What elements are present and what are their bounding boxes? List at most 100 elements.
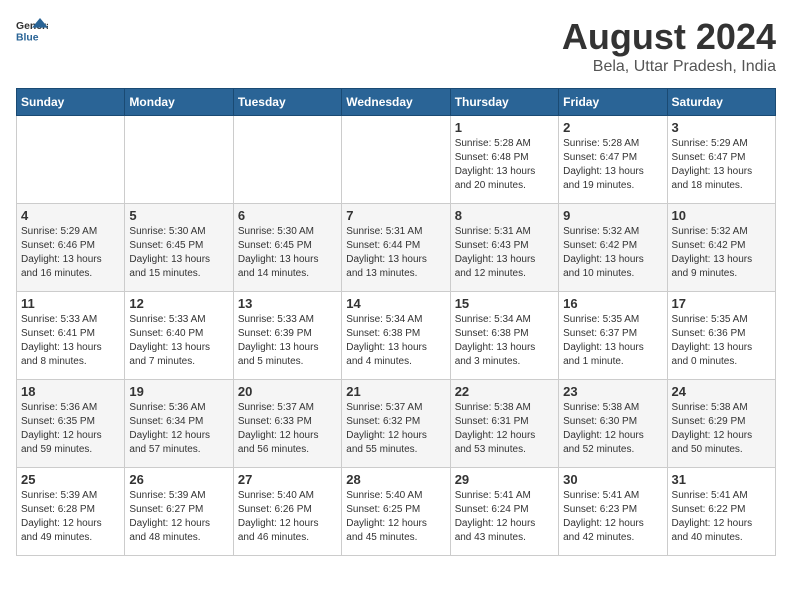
- day-info: Sunrise: 5:31 AM Sunset: 6:43 PM Dayligh…: [455, 225, 554, 281]
- day-number: 22: [455, 384, 554, 399]
- logo: General Blue: [16, 16, 48, 44]
- day-number: 20: [238, 384, 337, 399]
- day-number: 1: [455, 120, 554, 135]
- table-row: 30 Sunrise: 5:41 AM Sunset: 6:23 PM Dayli…: [559, 468, 667, 556]
- month-year-title: August 2024: [562, 16, 776, 58]
- day-info: Sunrise: 5:31 AM Sunset: 6:44 PM Dayligh…: [346, 225, 445, 281]
- day-number: 24: [672, 384, 771, 399]
- day-number: 29: [455, 472, 554, 487]
- calendar-week-row: 1Sunrise: 5:28 AM Sunset: 6:48 PM Daylig…: [17, 116, 776, 204]
- table-row: 16Sunrise: 5:35 AM Sunset: 6:37 PM Dayli…: [559, 292, 667, 380]
- col-friday: Friday: [559, 89, 667, 116]
- calendar-header-row: Sunday Monday Tuesday Wednesday Thursday…: [17, 89, 776, 116]
- table-row: 25 Sunrise: 5:39 AM Sunset: 6:28 PM Dayli…: [17, 468, 125, 556]
- col-thursday: Thursday: [450, 89, 558, 116]
- col-tuesday: Tuesday: [233, 89, 341, 116]
- day-info: Sunrise: 5:41 AM Sunset: 6:24 PM Dayligh…: [455, 489, 554, 545]
- day-number: 3: [672, 120, 771, 135]
- day-number: 19: [129, 384, 228, 399]
- logo-icon: General Blue: [16, 16, 48, 44]
- calendar-week-row: 4Sunrise: 5:29 AM Sunset: 6:46 PM Daylig…: [17, 204, 776, 292]
- day-number: 6: [238, 208, 337, 223]
- title-block: August 2024 Bela, Uttar Pradesh, India: [562, 16, 776, 76]
- calendar-table: Sunday Monday Tuesday Wednesday Thursday…: [16, 88, 776, 556]
- table-row: 10 Sunrise: 5:32 AM Sunset: 6:42 PM Dayli…: [667, 204, 775, 292]
- day-info: Sunrise: 5:30 AM Sunset: 6:45 PM Dayligh…: [129, 225, 228, 281]
- day-number: 10: [672, 208, 771, 223]
- day-number: 18: [21, 384, 120, 399]
- table-row: 13Sunrise: 5:33 AM Sunset: 6:39 PM Dayli…: [233, 292, 341, 380]
- table-row: 14Sunrise: 5:34 AM Sunset: 6:38 PM Dayli…: [342, 292, 450, 380]
- table-row: 8 Sunrise: 5:31 AM Sunset: 6:43 PM Daylig…: [450, 204, 558, 292]
- day-number: 15: [455, 296, 554, 311]
- table-row: 15 Sunrise: 5:34 AM Sunset: 6:38 PM Dayli…: [450, 292, 558, 380]
- table-row: [125, 116, 233, 204]
- table-row: 1Sunrise: 5:28 AM Sunset: 6:48 PM Daylig…: [450, 116, 558, 204]
- day-number: 2: [563, 120, 662, 135]
- day-number: 14: [346, 296, 445, 311]
- day-number: 21: [346, 384, 445, 399]
- day-info: Sunrise: 5:36 AM Sunset: 6:35 PM Dayligh…: [21, 401, 120, 457]
- day-info: Sunrise: 5:37 AM Sunset: 6:32 PM Dayligh…: [346, 401, 445, 457]
- day-number: 17: [672, 296, 771, 311]
- day-info: Sunrise: 5:33 AM Sunset: 6:39 PM Dayligh…: [238, 313, 337, 369]
- table-row: 3 Sunrise: 5:29 AM Sunset: 6:47 PM Daylig…: [667, 116, 775, 204]
- day-number: 23: [563, 384, 662, 399]
- calendar-week-row: 11 Sunrise: 5:33 AM Sunset: 6:41 PM Dayli…: [17, 292, 776, 380]
- day-number: 8: [455, 208, 554, 223]
- col-sunday: Sunday: [17, 89, 125, 116]
- day-number: 25: [21, 472, 120, 487]
- day-info: Sunrise: 5:39 AM Sunset: 6:27 PM Dayligh…: [129, 489, 228, 545]
- day-info: Sunrise: 5:33 AM Sunset: 6:41 PM Dayligh…: [21, 313, 120, 369]
- day-info: Sunrise: 5:40 AM Sunset: 6:26 PM Dayligh…: [238, 489, 337, 545]
- day-info: Sunrise: 5:38 AM Sunset: 6:29 PM Dayligh…: [672, 401, 771, 457]
- day-number: 16: [563, 296, 662, 311]
- day-number: 28: [346, 472, 445, 487]
- day-info: Sunrise: 5:36 AM Sunset: 6:34 PM Dayligh…: [129, 401, 228, 457]
- table-row: 9Sunrise: 5:32 AM Sunset: 6:42 PM Daylig…: [559, 204, 667, 292]
- page-header: General Blue August 2024 Bela, Uttar Pra…: [16, 16, 776, 76]
- day-number: 11: [21, 296, 120, 311]
- table-row: 2Sunrise: 5:28 AM Sunset: 6:47 PM Daylig…: [559, 116, 667, 204]
- table-row: 29 Sunrise: 5:41 AM Sunset: 6:24 PM Dayli…: [450, 468, 558, 556]
- table-row: 5 Sunrise: 5:30 AM Sunset: 6:45 PM Daylig…: [125, 204, 233, 292]
- col-wednesday: Wednesday: [342, 89, 450, 116]
- table-row: 26 Sunrise: 5:39 AM Sunset: 6:27 PM Dayli…: [125, 468, 233, 556]
- table-row: 27 Sunrise: 5:40 AM Sunset: 6:26 PM Dayli…: [233, 468, 341, 556]
- svg-text:Blue: Blue: [16, 32, 39, 43]
- day-number: 7: [346, 208, 445, 223]
- table-row: 11 Sunrise: 5:33 AM Sunset: 6:41 PM Dayli…: [17, 292, 125, 380]
- table-row: 17 Sunrise: 5:35 AM Sunset: 6:36 PM Dayli…: [667, 292, 775, 380]
- day-number: 31: [672, 472, 771, 487]
- day-info: Sunrise: 5:30 AM Sunset: 6:45 PM Dayligh…: [238, 225, 337, 281]
- day-info: Sunrise: 5:37 AM Sunset: 6:33 PM Dayligh…: [238, 401, 337, 457]
- table-row: 4Sunrise: 5:29 AM Sunset: 6:46 PM Daylig…: [17, 204, 125, 292]
- day-number: 26: [129, 472, 228, 487]
- table-row: 22 Sunrise: 5:38 AM Sunset: 6:31 PM Dayli…: [450, 380, 558, 468]
- table-row: [342, 116, 450, 204]
- day-info: Sunrise: 5:33 AM Sunset: 6:40 PM Dayligh…: [129, 313, 228, 369]
- table-row: 24 Sunrise: 5:38 AM Sunset: 6:29 PM Dayli…: [667, 380, 775, 468]
- day-info: Sunrise: 5:39 AM Sunset: 6:28 PM Dayligh…: [21, 489, 120, 545]
- day-info: Sunrise: 5:34 AM Sunset: 6:38 PM Dayligh…: [455, 313, 554, 369]
- calendar-week-row: 25 Sunrise: 5:39 AM Sunset: 6:28 PM Dayli…: [17, 468, 776, 556]
- day-number: 5: [129, 208, 228, 223]
- day-info: Sunrise: 5:32 AM Sunset: 6:42 PM Dayligh…: [672, 225, 771, 281]
- day-info: Sunrise: 5:32 AM Sunset: 6:42 PM Dayligh…: [563, 225, 662, 281]
- calendar-week-row: 18 Sunrise: 5:36 AM Sunset: 6:35 PM Dayli…: [17, 380, 776, 468]
- table-row: 31Sunrise: 5:41 AM Sunset: 6:22 PM Dayli…: [667, 468, 775, 556]
- table-row: 21 Sunrise: 5:37 AM Sunset: 6:32 PM Dayli…: [342, 380, 450, 468]
- day-number: 4: [21, 208, 120, 223]
- day-info: Sunrise: 5:29 AM Sunset: 6:47 PM Dayligh…: [672, 137, 771, 193]
- table-row: 20 Sunrise: 5:37 AM Sunset: 6:33 PM Dayli…: [233, 380, 341, 468]
- location-subtitle: Bela, Uttar Pradesh, India: [562, 58, 776, 76]
- day-info: Sunrise: 5:40 AM Sunset: 6:25 PM Dayligh…: [346, 489, 445, 545]
- day-info: Sunrise: 5:41 AM Sunset: 6:23 PM Dayligh…: [563, 489, 662, 545]
- table-row: 6 Sunrise: 5:30 AM Sunset: 6:45 PM Daylig…: [233, 204, 341, 292]
- col-monday: Monday: [125, 89, 233, 116]
- day-number: 30: [563, 472, 662, 487]
- day-info: Sunrise: 5:38 AM Sunset: 6:30 PM Dayligh…: [563, 401, 662, 457]
- day-info: Sunrise: 5:35 AM Sunset: 6:36 PM Dayligh…: [672, 313, 771, 369]
- day-number: 27: [238, 472, 337, 487]
- day-info: Sunrise: 5:38 AM Sunset: 6:31 PM Dayligh…: [455, 401, 554, 457]
